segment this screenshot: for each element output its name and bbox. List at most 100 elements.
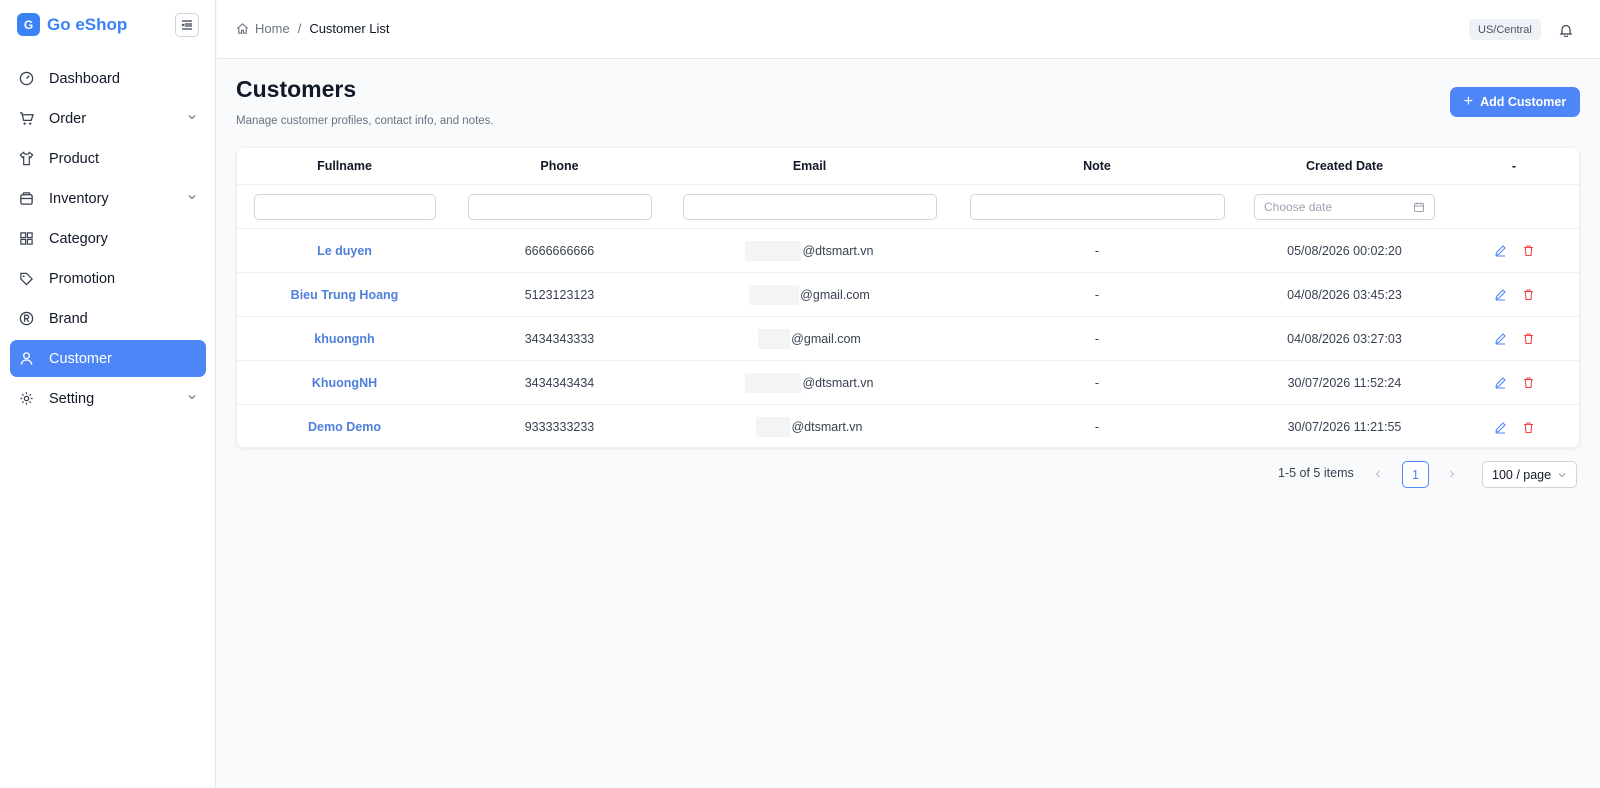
customer-phone: 5123123123 [524,287,595,302]
sidebar: G Go eShop Dashboard Order Product Inven… [0,0,216,788]
add-customer-button[interactable]: + Add Customer [1450,87,1580,117]
date-placeholder: Choose date [1264,199,1333,214]
note-filter-input[interactable] [969,193,1225,220]
customer-name-link[interactable]: khuongnh [314,332,374,346]
masked-email-prefix [749,284,800,305]
breadcrumb-home[interactable]: Home [255,21,290,36]
email-filter-input[interactable] [682,193,937,220]
sidebar-item-setting[interactable]: Setting [10,380,206,417]
pagination-total: 1-5 of 5 items [1278,466,1354,480]
fullname-filter-input[interactable] [253,193,436,220]
created-date-picker[interactable]: Choose date [1254,193,1435,220]
sidebar-item-inventory[interactable]: Inventory [10,180,206,217]
table-row: KhuongNH 3434343434 @dtsmart.vn - 30/07/… [237,361,1579,405]
edit-icon[interactable] [1493,332,1507,346]
box-icon [18,191,34,207]
sidebar-item-product[interactable]: Product [10,140,206,177]
masked-email-prefix [758,328,791,349]
customer-email: @gmail.com [791,331,861,346]
chevron-down-icon [188,115,196,120]
chevron-right-icon [1450,470,1455,478]
previous-page-button[interactable] [1370,466,1386,482]
customer-email: @dtsmart.vn [802,375,874,390]
calendar-icon [1414,202,1424,212]
brand[interactable]: G Go eShop [17,13,127,36]
dashboard-icon [18,71,34,87]
masked-email-prefix [745,240,802,261]
home-icon [237,23,248,34]
breadcrumb-current: Customer List [309,21,390,36]
page-size-select[interactable]: 100 / page [1482,461,1577,488]
brand-logo: G [17,13,40,36]
customer-note: - [1094,243,1100,258]
page-size-value: 100 / page [1492,467,1552,482]
sidebar-item-label: Product [49,150,99,167]
delete-icon[interactable] [1521,244,1535,258]
gear-icon [18,391,34,407]
customer-name-link[interactable]: KhuongNH [312,376,377,390]
sidebar-item-customer[interactable]: Customer [10,340,206,377]
phone-filter-input[interactable] [467,193,652,220]
customer-name-link[interactable]: Demo Demo [308,420,381,434]
delete-icon[interactable] [1521,288,1535,302]
table-row: khuongnh 3434343333 @gmail.com - 04/08/2… [237,317,1579,361]
customer-phone: 3434343434 [524,375,595,390]
customer-phone: 3434343333 [524,331,595,346]
tag-icon [18,271,34,287]
delete-icon[interactable] [1521,376,1535,390]
customer-name-link[interactable]: Le duyen [317,244,372,258]
masked-email-prefix [756,417,791,437]
delete-icon[interactable] [1521,332,1535,346]
user-icon [18,351,34,367]
sidebar-item-label: Inventory [49,190,109,207]
column-header-created-date: Created Date [1305,159,1384,173]
delete-icon[interactable] [1521,420,1535,434]
customer-table: Fullname Phone Email Note Created Date -… [236,147,1580,448]
plus-icon: + [1463,93,1474,110]
sidebar-item-order[interactable]: Order [10,100,206,137]
bell-icon[interactable] [1557,21,1575,39]
menu-fold-icon [181,20,192,30]
table-header: Fullname Phone Email Note Created Date - [237,148,1579,185]
edit-icon[interactable] [1493,288,1507,302]
customer-phone: 6666666666 [524,243,595,258]
sidebar-item-label: Promotion [49,270,116,287]
sidebar-item-promotion[interactable]: Promotion [10,260,206,297]
page-title: Customers [236,76,357,102]
page-number-button[interactable]: 1 [1402,461,1429,488]
registered-icon [18,311,34,327]
shirt-icon [18,151,34,167]
chevron-left-icon [1375,470,1380,478]
next-page-button[interactable] [1444,466,1460,482]
sidebar-item-label: Setting [49,390,95,407]
edit-icon[interactable] [1493,376,1507,390]
customer-created-date: 30/07/2026 11:21:55 [1287,420,1402,434]
table-row: Bieu Trung Hoang 5123123123 @gmail.com -… [237,273,1579,317]
sidebar-nav: Dashboard Order Product Inventory Catego… [10,60,206,420]
customer-email: @dtsmart.vn [802,243,874,258]
page-subtitle: Manage customer profiles, contact info, … [236,115,494,127]
sidebar-item-brand[interactable]: Brand [10,300,206,337]
customer-phone: 9333333233 [524,420,595,434]
edit-icon[interactable] [1493,244,1507,258]
sidebar-collapse-button[interactable] [175,13,199,37]
customer-created-date: 04/08/2026 03:45:23 [1287,287,1402,302]
customer-email: @gmail.com [800,287,870,302]
brand-name: Go eShop [47,14,128,34]
customer-note: - [1094,287,1100,302]
grid-icon [18,231,34,247]
sidebar-item-category[interactable]: Category [10,220,206,257]
filter-row: Choose date [237,185,1579,229]
sidebar-item-dashboard[interactable]: Dashboard [10,60,206,97]
chevron-down-icon [188,195,196,200]
column-header-actions: - [1511,159,1517,173]
topbar: Home / Customer List US/Central [217,0,1600,59]
customer-created-date: 04/08/2026 03:27:03 [1287,331,1402,346]
cart-icon [18,111,34,127]
edit-icon[interactable] [1493,420,1507,434]
sidebar-item-label: Category [49,230,108,247]
customer-note: - [1094,331,1100,346]
column-header-phone: Phone [540,159,579,173]
sidebar-item-label: Dashboard [49,70,120,87]
customer-name-link[interactable]: Bieu Trung Hoang [291,288,399,302]
